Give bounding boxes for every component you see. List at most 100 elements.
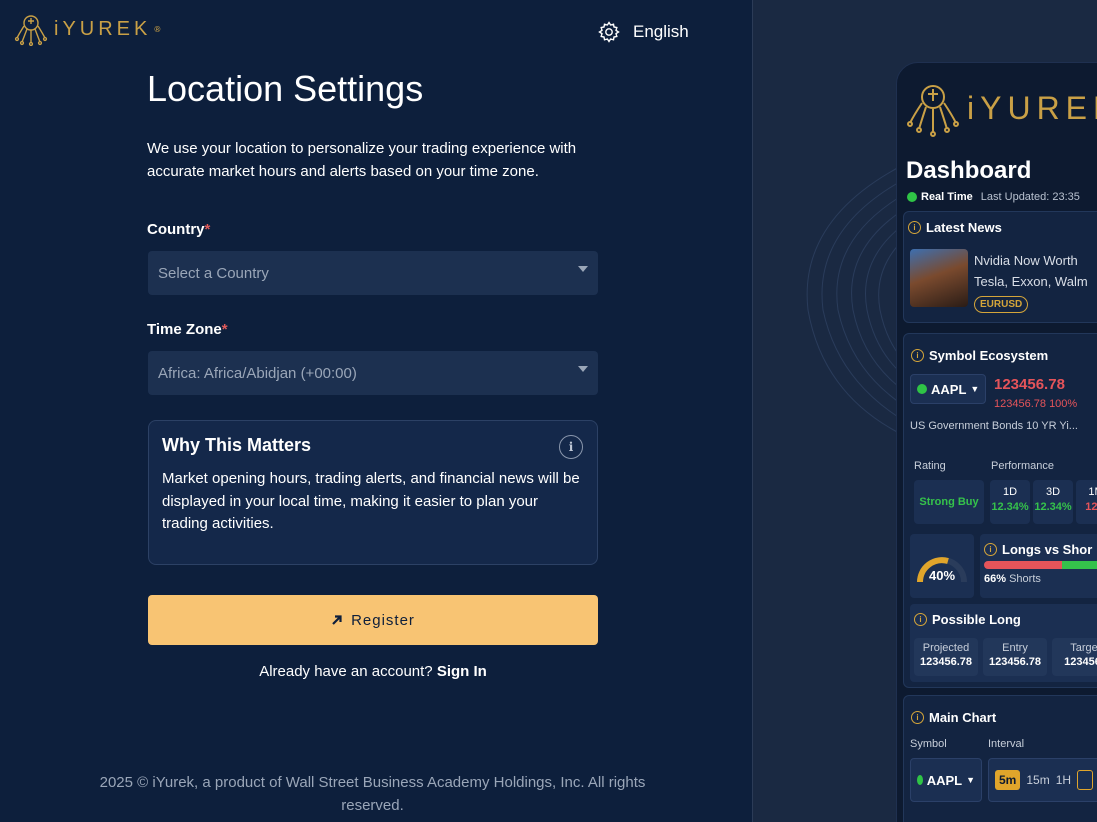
- live-dot-icon: [917, 384, 927, 394]
- signin-prompt: Already have an account?: [259, 663, 433, 680]
- rating-value: Strong Buy: [914, 480, 984, 524]
- status-bar: Real Time Last Updated: 23:35: [907, 191, 1080, 203]
- col-value: 123456.78: [989, 656, 1041, 668]
- symbol-price: 123456.78: [994, 376, 1065, 393]
- signin-link[interactable]: Sign In: [437, 663, 487, 680]
- symbol-label: Symbol: [910, 738, 947, 750]
- perf-period: 3D: [1045, 486, 1061, 498]
- col-value: 123456.: [1064, 656, 1097, 668]
- caret-down-icon: [578, 366, 588, 372]
- app-preview-panel: iYUREK Dashboard Real Time Last Updated:…: [752, 0, 1097, 822]
- main-chart-header: i Main Chart: [904, 696, 1097, 733]
- brand-logo[interactable]: iYUREK ®: [14, 12, 161, 46]
- rating-label: Rating: [914, 460, 946, 472]
- perf-cell-1d: 1D 12.34%: [990, 480, 1030, 524]
- possible-long-heading: Possible Long: [932, 612, 1021, 627]
- projected-cell: Projected 123456.78: [914, 638, 978, 676]
- required-marker: *: [204, 221, 211, 238]
- country-select-value: Select a Country: [158, 264, 269, 282]
- symbol-description: US Government Bonds 10 YR Yi...: [910, 420, 1078, 432]
- longs-shorts-header: i Longs vs Shor: [980, 534, 1097, 561]
- country-label: Country*: [147, 221, 210, 238]
- country-select[interactable]: Select a Country: [148, 251, 598, 295]
- gauge-arc: [917, 557, 967, 583]
- symbol-value: AAPL: [931, 381, 967, 397]
- register-button[interactable]: Register: [148, 595, 598, 645]
- perf-value: 12.34%: [991, 501, 1029, 513]
- register-label: Register: [351, 611, 415, 629]
- shorts-text: Shorts: [1009, 573, 1041, 585]
- timezone-label: Time Zone*: [147, 321, 228, 338]
- timezone-label-text: Time Zone: [147, 321, 222, 338]
- info-icon: i: [911, 711, 924, 724]
- news-line-1: Nvidia Now Worth: [974, 253, 1078, 268]
- news-thumbnail: [910, 249, 968, 307]
- add-interval-button[interactable]: [1077, 770, 1094, 790]
- language-label: English: [633, 22, 689, 41]
- chevron-down-icon: ▼: [966, 775, 975, 785]
- why-this-matters-box: Why This Matters i Market opening hours,…: [148, 420, 598, 565]
- preview-logo: iYUREK: [905, 79, 1097, 137]
- caret-down-icon: [578, 266, 588, 272]
- last-updated: Last Updated: 23:35: [980, 191, 1080, 203]
- longs-shorts-card: i Longs vs Shor 66% Shorts: [980, 534, 1097, 598]
- longs-shorts-bar: [984, 561, 1097, 569]
- interval-5m[interactable]: 5m: [995, 770, 1021, 790]
- gauge-value: 40%: [928, 568, 956, 583]
- performance-label: Performance: [991, 460, 1054, 472]
- main-chart-card: i Main Chart Symbol Interval AAPL ▼ 5m 1…: [903, 695, 1097, 822]
- octopus-logo-icon: [14, 15, 48, 46]
- possible-long-header: i Possible Long: [910, 604, 1097, 631]
- news-header: i Latest News: [904, 212, 1097, 243]
- info-box-text: Market opening hours, trading alerts, an…: [162, 470, 580, 532]
- chart-symbol-value: AAPL: [926, 772, 963, 788]
- perf-value: 12.3: [1085, 501, 1097, 513]
- country-label-text: Country: [147, 221, 205, 238]
- info-box-title: Why This Matters: [162, 435, 312, 455]
- info-icon: i: [908, 221, 921, 234]
- arrow-up-right-icon: [332, 615, 342, 625]
- sub-price: 123456.78: [994, 398, 1046, 410]
- symbol-ecosystem-card: i Symbol Ecosystem AAPL ▼ 123456.78 1234…: [903, 333, 1097, 688]
- signup-panel: iYUREK ® English Location Settings We us…: [0, 0, 752, 822]
- shorts-label: 66% Shorts: [984, 573, 1097, 585]
- gear-icon: [598, 21, 620, 43]
- preview-brand-name: iYUREK: [967, 89, 1097, 126]
- perf-value: 12.34%: [1034, 501, 1072, 513]
- required-marker: *: [221, 321, 228, 338]
- perf-cell-1m: 1M 12.3: [1076, 480, 1097, 524]
- intro-text: We use your location to personalize your…: [147, 140, 577, 180]
- target-cell: Targe 123456.: [1052, 638, 1097, 676]
- dashboard-preview: iYUREK Dashboard Real Time Last Updated:…: [896, 62, 1097, 822]
- timezone-select[interactable]: Africa: Africa/Abidjan (+00:00): [148, 351, 598, 395]
- shorts-pct: 66%: [984, 573, 1007, 585]
- col-value: 123456.78: [920, 656, 972, 668]
- interval-1h[interactable]: 1H: [1056, 773, 1071, 787]
- timezone-select-value: Africa: Africa/Abidjan (+00:00): [158, 364, 357, 382]
- info-icon: i: [911, 349, 924, 362]
- registered-mark: ®: [153, 24, 162, 34]
- perf-period: 1M: [1088, 486, 1097, 498]
- info-icon: i: [914, 613, 927, 626]
- interval-15m[interactable]: 15m: [1026, 773, 1049, 787]
- ecosystem-header: i Symbol Ecosystem: [904, 334, 1097, 371]
- brand-name: iYUREK: [54, 17, 152, 40]
- col-label: Targe: [1070, 642, 1097, 654]
- possible-long-card: i Possible Long Projected 123456.78 Entr…: [910, 604, 1097, 682]
- dashboard-title: Dashboard: [906, 157, 1032, 184]
- interval-label: Interval: [988, 738, 1025, 750]
- longs-shorts-heading: Longs vs Shor: [1002, 542, 1093, 557]
- octopus-logo-icon: [907, 85, 959, 137]
- info-icon[interactable]: i: [559, 435, 583, 459]
- news-headline: Nvidia Now Worth Tesla, Exxon, Walm: [974, 250, 1088, 292]
- latest-news-card[interactable]: i Latest News Nvidia Now Worth Tesla, Ex…: [903, 211, 1097, 323]
- language-selector[interactable]: English: [597, 20, 689, 44]
- page-title: Location Settings: [147, 68, 424, 109]
- sub-pct: 100%: [1049, 398, 1078, 410]
- chart-symbol-select[interactable]: AAPL ▼: [910, 758, 982, 802]
- symbol-select[interactable]: AAPL ▼: [910, 374, 987, 404]
- entry-cell: Entry 123456.78: [983, 638, 1047, 676]
- perf-period: 1D: [1002, 486, 1018, 498]
- col-label: Entry: [1002, 642, 1028, 654]
- chevron-down-icon: ▼: [970, 384, 980, 394]
